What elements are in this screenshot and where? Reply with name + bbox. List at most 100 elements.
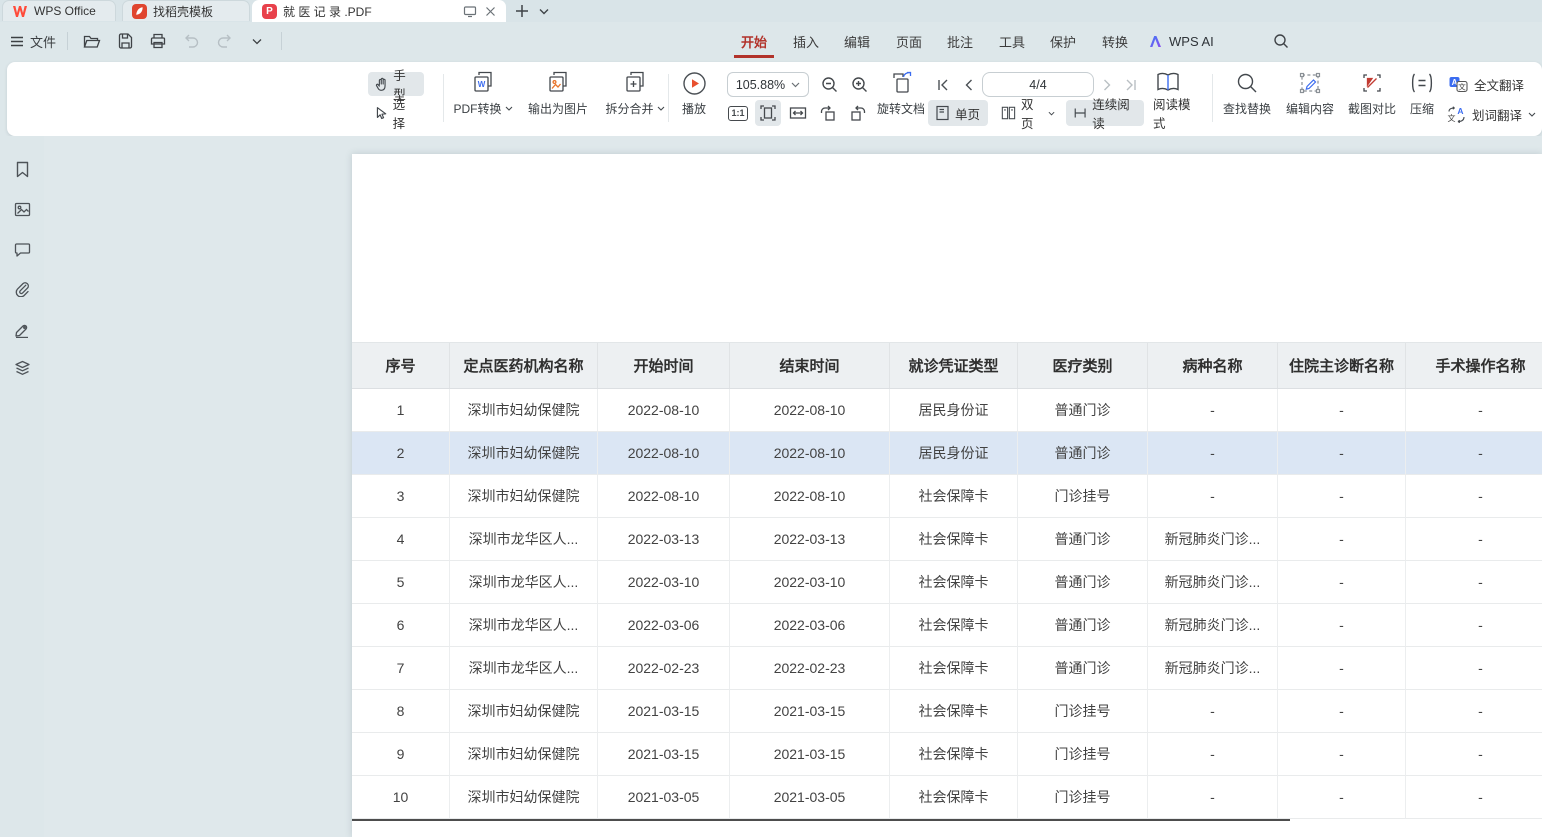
hand-tool-button[interactable]: 手型: [368, 72, 424, 96]
double-page-icon: [1001, 105, 1016, 121]
redo-button[interactable]: [211, 29, 237, 53]
read-mode-label: 阅读模式: [1153, 94, 1197, 132]
file-menu-button[interactable]: 文件: [10, 32, 56, 51]
double-page-button[interactable]: 双页: [994, 100, 1062, 126]
table-cell: 新冠肺炎门诊...: [1148, 647, 1278, 690]
edit-content-button[interactable]: 编辑内容: [1279, 68, 1341, 130]
actual-size-button[interactable]: 1:1: [725, 100, 751, 126]
table-cell: 3: [352, 475, 450, 518]
single-page-label: 单页: [955, 104, 980, 123]
open-file-button[interactable]: [79, 29, 105, 53]
zoom-out-button[interactable]: [817, 72, 843, 98]
compress-button[interactable]: 压缩: [1399, 68, 1445, 130]
play-button[interactable]: 播放: [672, 68, 716, 130]
table-row[interactable]: 6深圳市龙华区人...2022-03-062022-03-06社会保障卡普通门诊…: [352, 604, 1542, 647]
quickbar-chevron-icon[interactable]: [244, 29, 270, 53]
table-cell: -: [1406, 647, 1542, 690]
rotate-left-button[interactable]: [815, 100, 841, 126]
chevron-down-icon: [791, 82, 800, 88]
svg-text:文: 文: [1448, 113, 1456, 123]
table-cell: 10: [352, 776, 450, 819]
tab-list-chevron-icon[interactable]: [534, 2, 554, 20]
select-tool-label: 选择: [393, 94, 417, 132]
last-page-button[interactable]: [1120, 74, 1142, 96]
thumbnails-panel-button[interactable]: [10, 197, 34, 221]
next-page-button[interactable]: [1096, 74, 1118, 96]
single-page-button[interactable]: 单页: [928, 100, 988, 126]
rotate-document-button[interactable]: 旋转文档: [871, 68, 931, 130]
select-tool-button[interactable]: 选择: [368, 101, 424, 125]
tab-document-active[interactable]: P 就 医 记 录 .PDF: [252, 0, 506, 22]
column-header: 就诊凭证类型: [890, 343, 1018, 388]
previous-page-button[interactable]: [958, 74, 980, 96]
word-translate-button[interactable]: A 文 划词翻译: [1447, 102, 1536, 126]
menu-search-icon[interactable]: [1268, 29, 1294, 53]
table-cell: -: [1278, 518, 1406, 561]
read-mode-book-icon[interactable]: [1153, 68, 1183, 96]
word-translate-label: 划词翻译: [1472, 105, 1522, 124]
table-row[interactable]: 5深圳市龙华区人...2022-03-102022-03-10社会保障卡普通门诊…: [352, 561, 1542, 604]
tab-monitor-icon[interactable]: [463, 5, 477, 18]
print-button[interactable]: [145, 29, 171, 53]
screenshot-compare-icon: [1360, 71, 1384, 95]
table-cell: 新冠肺炎门诊...: [1148, 561, 1278, 604]
tab-label: WPS Office: [34, 4, 96, 18]
table-cell: 普通门诊: [1018, 604, 1148, 647]
menu-item-protect[interactable]: 保护: [1050, 22, 1076, 60]
pdf-convert-button[interactable]: W PDF转换: [447, 68, 519, 130]
tab-close-icon[interactable]: [485, 6, 496, 17]
comments-panel-button[interactable]: [10, 237, 34, 261]
table-cell: 2022-08-10: [730, 432, 890, 475]
first-page-button[interactable]: [932, 74, 954, 96]
table-cell: 普通门诊: [1018, 561, 1148, 604]
new-tab-button[interactable]: [512, 2, 532, 20]
table-row[interactable]: 4深圳市龙华区人...2022-03-132022-03-13社会保障卡普通门诊…: [352, 518, 1542, 561]
attachments-panel-button[interactable]: [10, 277, 34, 301]
screenshot-compare-button[interactable]: 截图对比: [1341, 68, 1403, 130]
layers-panel-button[interactable]: [10, 356, 34, 380]
menu-item-tools[interactable]: 工具: [999, 22, 1025, 60]
export-as-image-button[interactable]: 输出为图片: [519, 68, 597, 130]
table-cell: -: [1278, 604, 1406, 647]
table-cell: -: [1278, 776, 1406, 819]
divider: [281, 32, 282, 50]
menu-item-wps-ai[interactable]: WPS AI: [1148, 22, 1214, 60]
tab-wps-office[interactable]: WPS Office: [2, 0, 116, 21]
rotate-right-button[interactable]: [845, 100, 871, 126]
find-replace-button[interactable]: 查找替换: [1217, 68, 1277, 130]
menu-item-edit[interactable]: 编辑: [844, 22, 870, 60]
menu-item-convert[interactable]: 转换: [1102, 22, 1128, 60]
fit-width-button[interactable]: [785, 100, 811, 126]
table-row[interactable]: 9深圳市妇幼保健院2021-03-152021-03-15社会保障卡门诊挂号--…: [352, 733, 1542, 776]
menu-item-insert[interactable]: 插入: [793, 22, 819, 60]
zoom-in-button[interactable]: [847, 72, 873, 98]
save-button[interactable]: [112, 29, 138, 53]
table-row[interactable]: 2深圳市妇幼保健院2022-08-102022-08-10居民身份证普通门诊--…: [352, 432, 1542, 475]
split-merge-button[interactable]: 拆分合并: [597, 68, 673, 130]
signature-panel-button[interactable]: [10, 317, 34, 341]
table-row[interactable]: 3深圳市妇幼保健院2022-08-102022-08-10社会保障卡门诊挂号--…: [352, 475, 1542, 518]
table-row[interactable]: 8深圳市妇幼保健院2021-03-152021-03-15社会保障卡门诊挂号--…: [352, 690, 1542, 733]
zoom-level-select[interactable]: 105.88%: [727, 72, 809, 97]
table-row[interactable]: 7深圳市龙华区人...2022-02-232022-02-23社会保障卡普通门诊…: [352, 647, 1542, 690]
table-cell: -: [1406, 776, 1542, 819]
table-row[interactable]: 1深圳市妇幼保健院2022-08-102022-08-10居民身份证普通门诊--…: [352, 389, 1542, 432]
menu-bar: 文件: [0, 22, 1542, 60]
table-cell: 社会保障卡: [890, 690, 1018, 733]
full-text-translate-button[interactable]: A 文 全文翻译: [1449, 72, 1524, 96]
menu-item-page[interactable]: 页面: [896, 22, 922, 60]
menu-item-annotate[interactable]: 批注: [947, 22, 973, 60]
bookmarks-panel-button[interactable]: [10, 157, 34, 181]
fit-page-button[interactable]: [755, 100, 781, 126]
document-viewport[interactable]: 序号定点医药机构名称开始时间结束时间就诊凭证类型医疗类别病种名称住院主诊断名称手…: [44, 136, 1542, 837]
table-cell: 2022-02-23: [730, 647, 890, 690]
table-cell: 门诊挂号: [1018, 733, 1148, 776]
menu-item-home[interactable]: 开始: [741, 22, 767, 60]
table-row[interactable]: 10深圳市妇幼保健院2021-03-052021-03-05社会保障卡门诊挂号-…: [352, 776, 1542, 819]
tab-docer-templates[interactable]: 找稻壳模板: [122, 0, 250, 21]
pdf-page: 序号定点医药机构名称开始时间结束时间就诊凭证类型医疗类别病种名称住院主诊断名称手…: [352, 154, 1542, 837]
undo-button[interactable]: [178, 29, 204, 53]
continuous-reading-button[interactable]: 连续阅读: [1066, 100, 1144, 126]
read-mode-button[interactable]: 阅读模式: [1146, 100, 1204, 126]
table-cell: 深圳市龙华区人...: [450, 604, 598, 647]
